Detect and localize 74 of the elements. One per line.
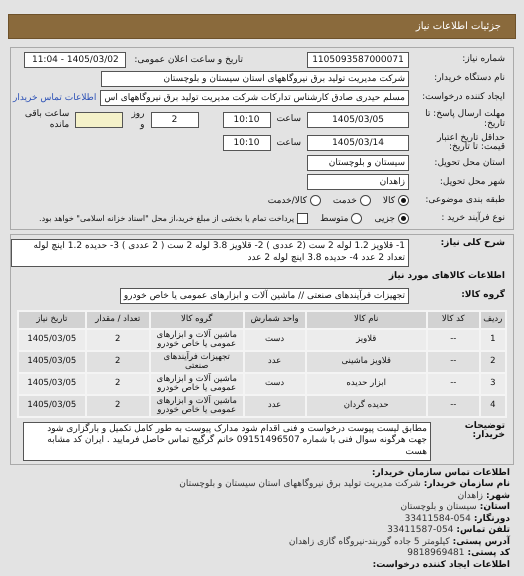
creator-field: مسلم حیدری صادق کارشناس تدارکات شرکت مدیریت تولید برق نیروگاههای اس xyxy=(100,90,409,106)
need-number-field: 1105093587000071 xyxy=(307,52,409,68)
field-label: نوع فرآیند خرید : xyxy=(440,214,506,224)
days-field: 2 xyxy=(150,112,198,128)
column-header: ردیف xyxy=(480,310,506,329)
time-field: 10:10 xyxy=(222,135,270,152)
purchase-type-radio[interactable]: متوسط xyxy=(320,213,362,224)
field-label: ساعت باقی مانده xyxy=(24,109,70,131)
contact-value: 9818969481 xyxy=(407,548,466,558)
goods-group-field: تجهیزات فرآیندهای صنعتی // ماشین آلات و ابزارهای عمومی یا خاص خودرو xyxy=(120,288,409,304)
contact-label: شهر: xyxy=(486,490,510,501)
field-label: ایجاد کننده درخواست: xyxy=(421,93,506,103)
contact-value: شرکت مدیریت تولید برق نیروگاههای استان سیستان و بلوچستان xyxy=(179,479,422,490)
time-field: 10:10 xyxy=(222,112,270,128)
buyer-notes-field: مطابق لیست پیوست درخواست و فنی اقدام شود مدارک پیوست به طور کامل تکمیل و بارگزاری شود جهت هرگونه سوال فنی با شماره 09151496507 خانم گرگیج تماس حاصل فرمایید . ایران کد مشابه هست xyxy=(23,422,431,461)
category-radio[interactable]: کالا xyxy=(382,195,409,206)
column-header: واحد شمارش xyxy=(244,310,306,329)
field-label: ساعت xyxy=(276,138,302,148)
contact-label: نام سازمان خریدار: xyxy=(424,479,510,490)
announce-date-field: 1405/03/02 - 11:04 xyxy=(24,52,126,68)
table-cell: 2 xyxy=(86,394,150,417)
province-field: سیستان و بلوچستان xyxy=(307,155,409,172)
field-label: ساعت xyxy=(276,114,302,126)
treasury-checkbox[interactable]: پرداخت تمام یا بخشی از مبلغ خرید،از محل "اسناد خزانه اسلامی" خواهد بود. xyxy=(39,213,308,224)
purchase-type-radio[interactable]: جزیی xyxy=(374,213,409,224)
category-radio[interactable]: کالا/خدمت xyxy=(268,195,321,206)
column-header: نام کالا xyxy=(306,310,427,329)
contact-label: دورنگار: xyxy=(474,514,510,524)
table-cell: -- xyxy=(426,394,480,417)
hours-field xyxy=(75,112,124,128)
contact-label: کد پستی: xyxy=(468,548,510,558)
table-cell: 1 xyxy=(480,328,506,351)
table-cell: 4 xyxy=(480,394,506,417)
field-label: نام دستگاه خریدار: xyxy=(433,74,506,84)
field-label: طبقه بندی موضوعی: xyxy=(424,196,506,206)
table-cell: 1405/03/05 xyxy=(18,394,86,417)
table-cell: ماشین آلات و ابزارهای عمومی یا خاص خودرو xyxy=(150,394,244,417)
city-field: زاهدان xyxy=(307,174,409,190)
section-heading: اطلاعات کالاهای مورد نیاز xyxy=(388,270,506,282)
table-cell: عدد xyxy=(244,394,306,417)
category-radio[interactable]: خدمت xyxy=(332,195,371,206)
field-label: گروه کالا: xyxy=(460,290,506,300)
contact-heading: اطلاعات تماس سازمان خریدار: xyxy=(370,468,510,479)
buyer-field: شرکت مدیریت تولید برق نیروگاههای استان سیستان و بلوچستان xyxy=(101,71,409,87)
column-header: کد کالا xyxy=(426,310,480,329)
field-label: شماره نیاز: xyxy=(461,55,506,65)
date-field: 1405/03/14 xyxy=(307,135,409,152)
field-label: استان محل تحویل: xyxy=(433,158,506,168)
field-label: توضیحات خریدار: xyxy=(464,422,506,441)
table-cell: 2 xyxy=(480,350,506,373)
column-header: تعداد / مقدار xyxy=(86,310,150,329)
contact-label: آدرس پستی: xyxy=(452,536,510,547)
column-header: تاریخ نیاز xyxy=(18,310,86,329)
field-label: تاریخ و ساعت اعلان عمومی: xyxy=(134,54,243,66)
date-field: 1405/03/05 xyxy=(307,112,409,128)
table-cell: حدیده گردان xyxy=(306,394,427,417)
buyer-contact-link[interactable]: اطلاعات تماس خریدار xyxy=(12,92,96,104)
header-bar: جزئیات اطلاعات نیاز xyxy=(8,14,516,39)
field-label: حداقل تاریخ اعتبار قیمت: تا تاریخ: xyxy=(436,134,506,152)
contact-value: 054-33411584 xyxy=(404,514,472,524)
field-label: شهر محل تحویل: xyxy=(438,178,506,188)
field-label: روز و xyxy=(130,109,146,131)
contact-label: استان: xyxy=(480,502,510,512)
field-label: شرح کلی نیاز: xyxy=(440,239,506,249)
contact-value: زاهدان xyxy=(458,490,484,501)
column-header: گروه کالا xyxy=(150,310,244,329)
contact-value: سیستان و بلوچستان xyxy=(400,502,478,512)
table-cell: 3 xyxy=(480,372,506,395)
field-label: مهلت ارسال پاسخ: تا تاریخ: xyxy=(424,110,506,130)
contact-label: تلفن تماس: xyxy=(456,525,510,536)
contact-value: کیلومتر 5 جاده گوربند-نیروگاه گازی زاهدان xyxy=(288,536,451,547)
contact-heading: اطلاعات ایجاد کننده درخواست: xyxy=(372,560,510,572)
contact-value: 054-33411587 xyxy=(387,525,454,536)
description-field: 1- قلاویز 1.2 لوله 2 ست (2 عددی ) 2- قلاویز 3.8 لوله 2 ست ( 2 عددی ) 3- حدیده 1.2 اینچ لوله تعداد 2 عدد 4- حدیده 3.8 اینچ لوله 2 عدد xyxy=(11,239,409,267)
